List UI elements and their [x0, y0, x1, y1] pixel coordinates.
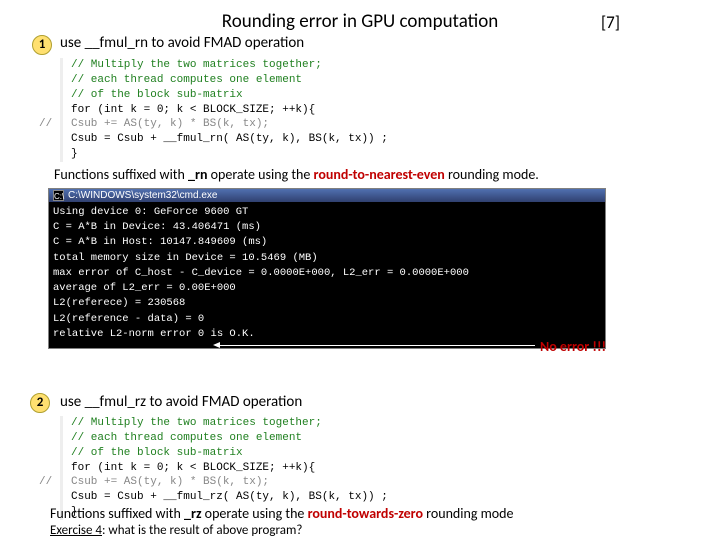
section-2-caption: Functions suffixed with _rz operate usin… — [50, 505, 514, 522]
no-error-label: No error !!! — [540, 338, 606, 355]
section-2-heading: use __fmul_rz to avoid FMAD operation — [60, 393, 302, 411]
terminal-output: Using device 0: GeForce 9600 GT C = A*B … — [49, 202, 605, 348]
exercise-prompt: Exercise 4: what is the result of above … — [50, 523, 302, 538]
section-1-heading: use __fmul_rn to avoid FMAD operation — [60, 34, 304, 52]
code-line-commented: Csub += AS(ty, k) * BS(k, tx); — [71, 118, 269, 130]
comment-slashes: // — [39, 475, 52, 490]
code-line-commented: Csub += AS(ty, k) * BS(k, tx); — [71, 476, 269, 488]
code-line: } — [71, 148, 78, 160]
comment-slashes: // — [39, 117, 52, 132]
terminal-titlebar: C:\ C:\WINDOWS\system32\cmd.exe — [49, 189, 605, 202]
code-comment: // each thread computes one element — [71, 74, 302, 86]
code-comment: // of the block sub-matrix — [71, 447, 243, 459]
code-comment: // Multiply the two matrices together; — [71, 59, 322, 71]
slide-title: Rounding error in GPU computation — [222, 10, 498, 33]
code-line: Csub = Csub + __fmul_rn( AS(ty, k), BS(k… — [71, 133, 388, 145]
arrow-indicator — [220, 345, 535, 346]
code-line: for (int k = 0; k < BLOCK_SIZE; ++k){ — [71, 462, 315, 474]
terminal-title-text: C:\WINDOWS\system32\cmd.exe — [68, 190, 217, 201]
step-badge-1: 1 — [32, 35, 52, 55]
page-reference: [7] — [601, 12, 620, 33]
code-comment: // of the block sub-matrix — [71, 89, 243, 101]
code-block-1: // Multiply the two matrices together; /… — [60, 58, 500, 162]
terminal-window: C:\ C:\WINDOWS\system32\cmd.exe Using de… — [48, 188, 606, 349]
cmd-icon: C:\ — [53, 190, 64, 201]
code-comment: // each thread computes one element — [71, 432, 302, 444]
code-comment: // Multiply the two matrices together; — [71, 417, 322, 429]
code-line: for (int k = 0; k < BLOCK_SIZE; ++k){ — [71, 104, 315, 116]
section-1-caption: Functions suffixed with _rn operate usin… — [54, 166, 539, 183]
step-badge-2: 2 — [30, 393, 50, 413]
code-line: Csub = Csub + __fmul_rz( AS(ty, k), BS(k… — [71, 491, 388, 503]
